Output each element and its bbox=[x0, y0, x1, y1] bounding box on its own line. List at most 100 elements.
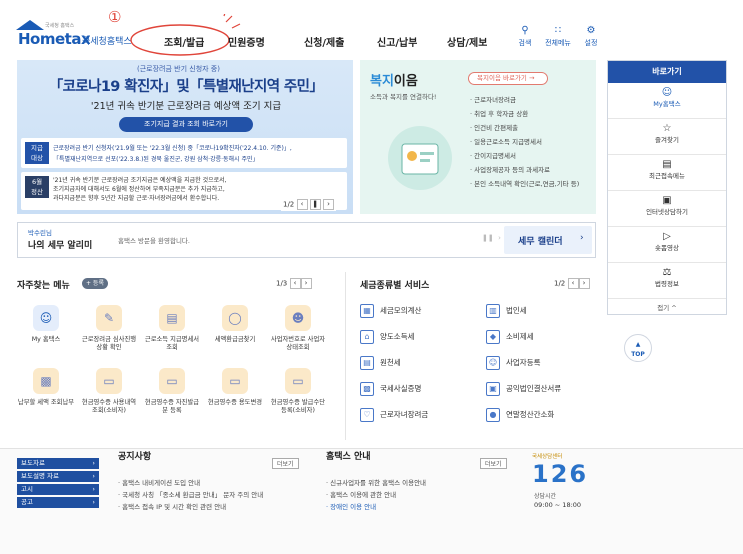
guide-item[interactable]: · 신규사업자를 위한 홈택스 이용안내 bbox=[326, 477, 426, 487]
welfare-item[interactable]: · 취업 후 학자금 상환 bbox=[470, 108, 594, 122]
welfare-list: · 근로자녀장려금 · 취업 후 학자금 상환 · 인건비 간편제출 · 일용근… bbox=[470, 94, 594, 192]
quick-my-hometax[interactable]: ☺ My홈택스 bbox=[608, 87, 726, 119]
scroll-top-button[interactable]: ▲ TOP bbox=[624, 334, 652, 362]
quick-law-info[interactable]: ⚖ 법령정보 bbox=[608, 267, 726, 299]
banner-prev-button[interactable]: ‹ bbox=[296, 199, 308, 210]
notice-item[interactable]: · 홈택스 접속 IP 및 시간 확인 관련 안내 bbox=[118, 501, 226, 511]
favorite-income-statement[interactable]: ▤ 근로소득 지급명세서 조회 bbox=[143, 305, 201, 352]
guide-item[interactable]: · 홈택스 이용에 관한 안내 bbox=[326, 489, 396, 499]
early-payment-button[interactable]: 조기지급 결과 조회 바로가기 bbox=[119, 117, 253, 132]
tax-fact-certificate[interactable]: ▩ 국세사실증명 bbox=[360, 382, 421, 396]
main-banner[interactable]: (근로장려금 반기 신청자 중) 「코로나19 확진자」및「특별재난지역 주민」… bbox=[17, 60, 353, 214]
tax-public-corp-docs[interactable]: ▣ 공익법인결산서류 bbox=[486, 382, 561, 396]
notice-title: 공지사항 bbox=[118, 452, 152, 462]
welfare-title: 복지이음 bbox=[370, 74, 418, 89]
favorites-prev-button[interactable]: ‹ bbox=[289, 278, 301, 289]
settlement-line-2: 조기지급자에 대해서도 6월에 정산하여 부족지급분은 추가 지급하고, bbox=[53, 186, 225, 193]
favorite-cash-receipt-self[interactable]: ▭ 현금영수증 자진발급분 등록 bbox=[143, 368, 201, 415]
quick-online-consult[interactable]: ▣ 인터넷상담하기 bbox=[608, 195, 726, 227]
footer-link-announcement[interactable]: 공고 › bbox=[17, 497, 99, 508]
tax-withholding[interactable]: ▤ 원천세 bbox=[360, 356, 401, 370]
banner-page-indicator: 1/2 bbox=[283, 200, 295, 209]
welfare-item[interactable]: · 본인 소득내역 확인(근로,연금,기타 등) bbox=[470, 178, 594, 192]
welcome-message: 홈택스 방문을 환영합니다. bbox=[118, 237, 190, 245]
tax-consumption[interactable]: ◆ 소비제세 bbox=[486, 330, 534, 344]
welfare-link-button[interactable]: 복지이음 바로가기 → bbox=[468, 72, 548, 85]
favorite-tax-payment[interactable]: ▩ 납부할 세액 조회납부 bbox=[17, 368, 75, 407]
eligibility-line-2: 「특별재난지역으로 선포('22.3.8.)된 경북 울진군, 강원 삼척·강릉… bbox=[53, 156, 259, 163]
tax-year-end[interactable]: ● 연말정산간소화 bbox=[486, 408, 554, 422]
favorite-business-status[interactable]: ☻ 사업자번호로 사업자상태조회 bbox=[269, 305, 327, 352]
card-icon: ▭ bbox=[222, 368, 248, 394]
footer-link-press[interactable]: 보도자료 › bbox=[17, 458, 99, 469]
tax-service-next-button[interactable]: › bbox=[578, 278, 590, 289]
welfare-item[interactable]: · 인건비 간편제출 bbox=[470, 122, 594, 136]
nav-apply-submit[interactable]: 신청/제출 bbox=[304, 34, 344, 49]
tax-transfer[interactable]: ⌂ 양도소득세 bbox=[360, 330, 415, 344]
card-icon: ▭ bbox=[285, 368, 311, 394]
favorites-add-button[interactable]: + 등록 bbox=[82, 278, 108, 289]
nav-certificate[interactable]: 민원증명 bbox=[228, 34, 265, 49]
monitor-icon: ▣ bbox=[662, 195, 672, 206]
cert-icon: ▩ bbox=[360, 382, 374, 396]
hometax-logo[interactable]: Hometax bbox=[18, 30, 90, 48]
notice-more-button[interactable]: 더보기 bbox=[272, 458, 299, 469]
welfare-item[interactable]: · 근로자녀장려금 bbox=[470, 94, 594, 108]
quick-fold-button[interactable]: 접기 ^ bbox=[608, 302, 726, 312]
grid-icon: ∷ bbox=[554, 25, 562, 36]
logo-subtitle: 국세청홈택스 bbox=[82, 37, 132, 47]
settlement-line-1: '21년 귀속 반기분 근로장려금 조기지급은 예상액을 지급한 것으로서, bbox=[53, 177, 227, 184]
tax-corporate[interactable]: ▥ 법인세 bbox=[486, 304, 527, 318]
favorite-refund-search[interactable]: ◯ 세액환급금찾기 bbox=[206, 305, 264, 344]
tax-service-prev-button[interactable]: ‹ bbox=[567, 278, 579, 289]
receipt-icon: ▤ bbox=[159, 305, 185, 331]
favorite-eitc-review[interactable]: ✎ 근로장려금 심사진행상황 확인 bbox=[80, 305, 138, 352]
search-button[interactable]: ⚲ 검색 bbox=[508, 26, 542, 48]
nav-consult-report[interactable]: 상담/제보 bbox=[447, 34, 487, 49]
welfare-banner[interactable]: 복지이음 소득과 복지를 연결하다! 복지이음 바로가기 → · 근로자녀장려금… bbox=[360, 60, 596, 214]
doc-icon: ▤ bbox=[360, 356, 374, 370]
favorite-cash-receipt-change[interactable]: ▭ 현금영수증 용도변경 bbox=[206, 368, 264, 407]
welfare-illustration bbox=[388, 126, 452, 190]
welfare-item[interactable]: · 일용근로소득 지급명세서 bbox=[470, 136, 594, 150]
banner-pause-button[interactable]: ❚ bbox=[309, 199, 321, 210]
nav-inquiry-issue[interactable]: 조회/발급 bbox=[164, 34, 204, 49]
quick-favorites[interactable]: ☆ 즐겨찾기 bbox=[608, 123, 726, 155]
banner-next-button[interactable]: › bbox=[322, 199, 334, 210]
coins-icon: ● bbox=[486, 408, 500, 422]
welfare-item[interactable]: · 간이지급명세서 bbox=[470, 150, 594, 164]
settings-button[interactable]: ⚙ 설정 bbox=[574, 26, 608, 48]
card-icon: ▭ bbox=[159, 368, 185, 394]
eligibility-line-1: 근로장려금 반기 신청자('21.9월 또는 '22.3월 신청) 중「코로나1… bbox=[53, 145, 292, 152]
tax-business-registration[interactable]: ☺ 사업자등록 bbox=[486, 356, 541, 370]
favorite-my-hometax[interactable]: ☺ My 홈택스 bbox=[17, 305, 75, 344]
footer-link-notice[interactable]: 고시 › bbox=[17, 484, 99, 495]
notice-item[interactable]: · 국세청 사칭 「종소세 환급금 안내」 문자 주의 안내 bbox=[118, 489, 263, 499]
chevron-right-icon: › bbox=[580, 233, 584, 243]
tax-calendar-button[interactable]: 세무 캘린더 › bbox=[504, 226, 592, 254]
tax-service-title: 세금종류별 서비스 bbox=[360, 281, 430, 291]
call-center-label: 국세상담센터 bbox=[532, 454, 563, 460]
all-menu-button[interactable]: ∷ 전체메뉴 bbox=[541, 26, 575, 48]
logo-roof-icon bbox=[16, 20, 44, 30]
tax-alert-title[interactable]: 나의 세무 알리미 bbox=[28, 238, 92, 251]
tax-eitc[interactable]: ♡ 근로자녀장려금 bbox=[360, 408, 428, 422]
favorites-next-button[interactable]: › bbox=[300, 278, 312, 289]
tax-calc[interactable]: ▦ 세금모의계산 bbox=[360, 304, 421, 318]
welfare-item[interactable]: · 사업장제공자 등의 과세자료 bbox=[470, 164, 594, 178]
notice-item[interactable]: · 홈택스 내비게이션 도입 안내 bbox=[118, 477, 200, 487]
nav-report-pay[interactable]: 신고/납부 bbox=[377, 34, 417, 49]
quick-shortform-video[interactable]: ▷ 숏폼영상 bbox=[608, 231, 726, 263]
hours-value: 09:00 ~ 18:00 bbox=[534, 501, 582, 509]
favorite-cash-receipt-usage[interactable]: ▭ 현금영수증 사용내역조회(소비자) bbox=[80, 368, 138, 415]
guide-more-button[interactable]: 더보기 bbox=[480, 458, 507, 469]
heart-icon: ♡ bbox=[360, 408, 374, 422]
footer-link-press-explain[interactable]: 보도설명 자료 › bbox=[17, 471, 99, 482]
guide-item[interactable]: · 장애인 이용 안내 bbox=[326, 501, 376, 511]
search-icon: ⚲ bbox=[521, 25, 529, 36]
quick-links-panel: 바로가기 ☺ My홈택스 ☆ 즐겨찾기 ▤ 최근접속메뉴 ▣ 인터넷상담하기 ▷… bbox=[607, 60, 727, 315]
favorite-cash-receipt-register[interactable]: ▭ 현금영수증 발급수단 등록(소비자) bbox=[269, 368, 327, 415]
people-icon: ☻ bbox=[285, 305, 311, 331]
quick-recent-menu[interactable]: ▤ 최근접속메뉴 bbox=[608, 159, 726, 191]
coin-icon: ◯ bbox=[222, 305, 248, 331]
